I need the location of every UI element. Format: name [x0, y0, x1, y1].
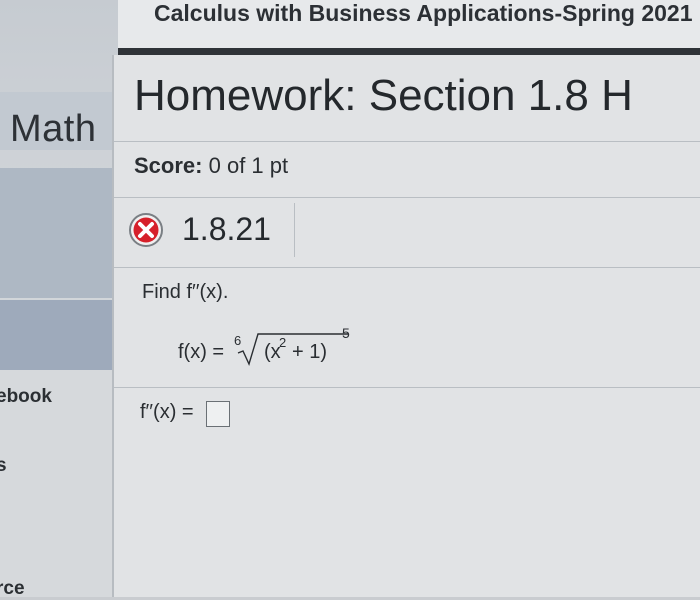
- sidebar-band: [0, 168, 118, 298]
- assignment-panel: Homework: Section 1.8 H Score: 0 of 1 pt…: [112, 55, 700, 597]
- sidebar-item-ebook[interactable]: ebook: [0, 386, 52, 408]
- question-number: 1.8.21: [182, 211, 271, 247]
- inner-power: 2: [279, 335, 287, 350]
- divider: [114, 267, 700, 268]
- incorrect-x-icon: [129, 213, 163, 247]
- score-label: Score:: [134, 153, 203, 178]
- course-title: Calculus with Business Applications-Spri…: [154, 0, 693, 26]
- divider: [114, 141, 700, 142]
- brand-logo-text: Math: [10, 108, 97, 150]
- score-value: 0 of 1 pt: [208, 153, 289, 178]
- sidebar-item-partial[interactable]: s: [0, 455, 7, 477]
- header-divider: [118, 48, 700, 55]
- radicand-close: + 1): [292, 341, 328, 363]
- question-header[interactable]: 1.8.21: [124, 203, 295, 257]
- course-header: Calculus with Business Applications-Spri…: [118, 0, 700, 55]
- function-lhs: f(x) =: [178, 341, 225, 363]
- outer-exponent: 5: [342, 325, 350, 341]
- divider: [114, 197, 700, 198]
- homework-title: Homework: Section 1.8 H: [134, 71, 633, 120]
- divider: [114, 387, 700, 388]
- sidebar-band: [0, 300, 118, 370]
- answer-input[interactable]: [206, 401, 230, 427]
- function-expression: f(x) = 6 (x 2 + 1) 5: [178, 325, 418, 367]
- left-sidebar: Math ebook s rce: [0, 0, 118, 599]
- answer-label: f′′(x) =: [140, 401, 194, 423]
- score-display: Score: 0 of 1 pt: [134, 153, 288, 179]
- question-prompt: Find f′′(x).: [142, 281, 229, 303]
